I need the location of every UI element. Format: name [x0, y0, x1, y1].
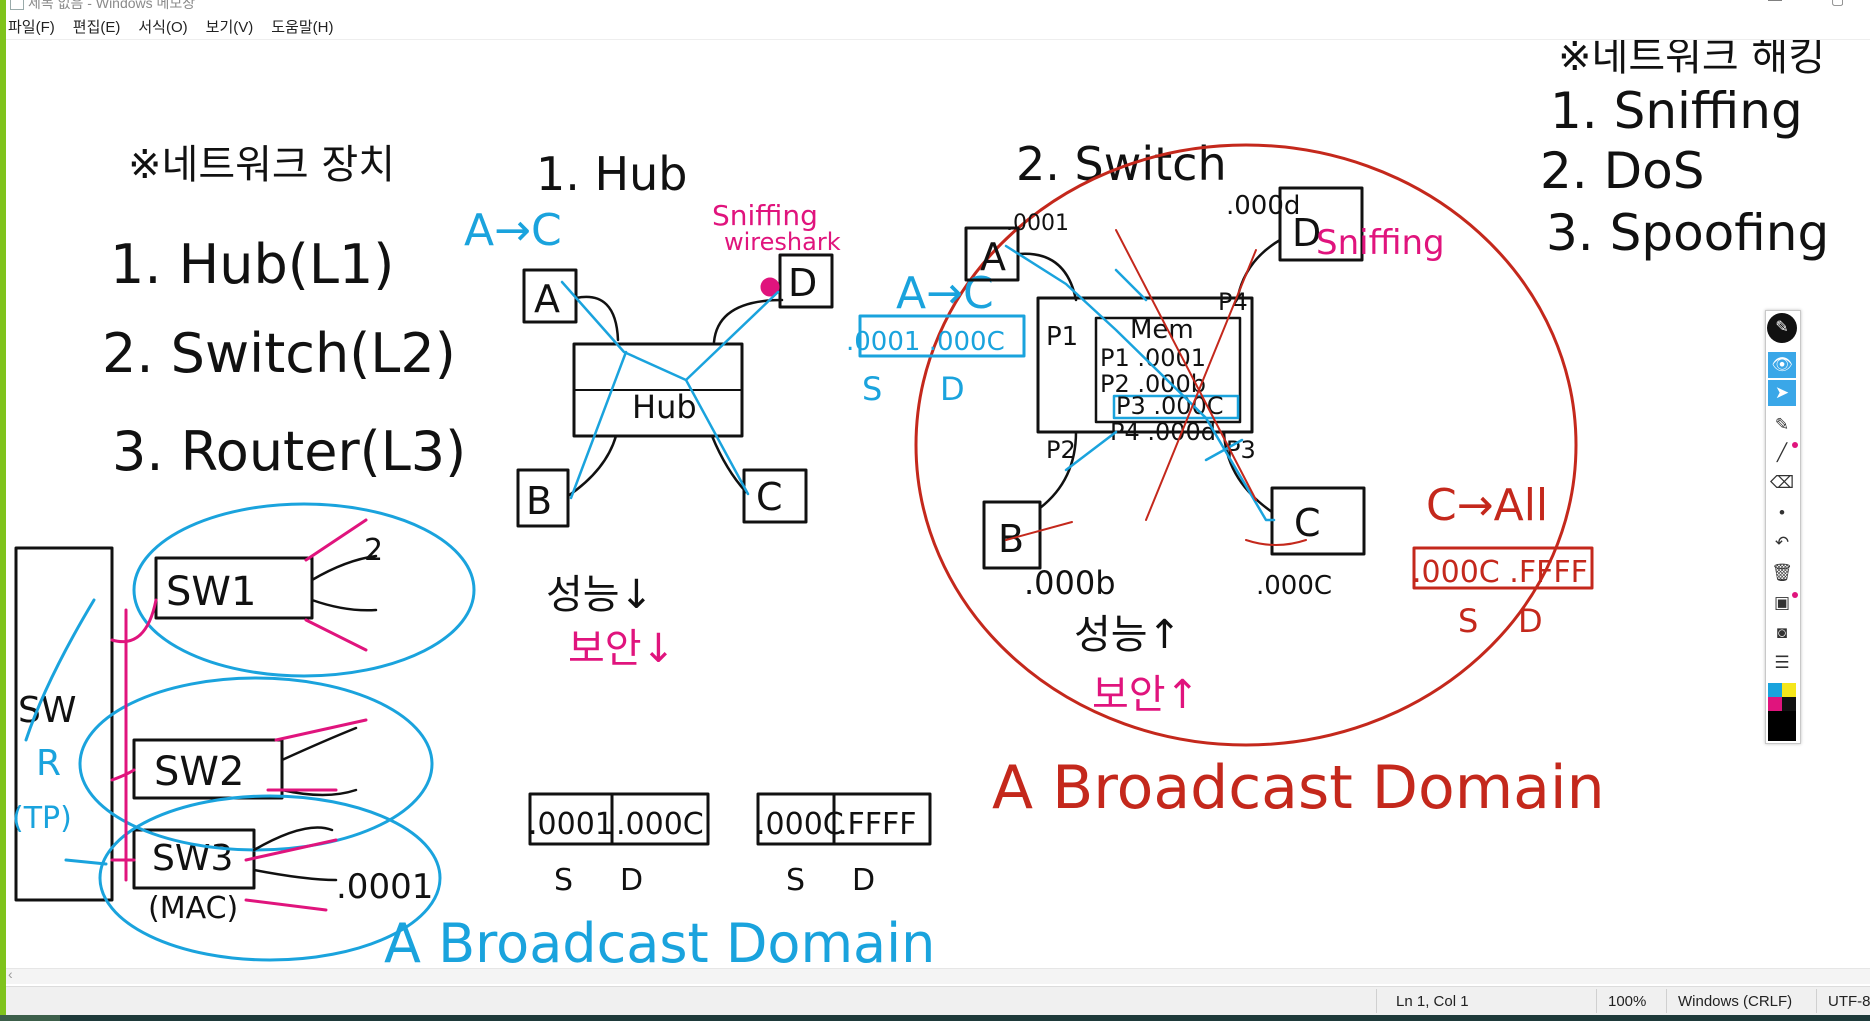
status-zoom: 100% [1608, 993, 1647, 1010]
host-mac: .0001 [336, 867, 433, 907]
broadcast-frame-s: S [1458, 602, 1478, 640]
status-encoding: UTF-8 [1828, 993, 1870, 1010]
undo-icon[interactable]: ↶ [1768, 530, 1796, 556]
hub-flow: A→C [464, 205, 562, 256]
title-bar: 제목 없음 - Windows 메모장 — ▢ [6, 0, 1870, 12]
swatch-black[interactable] [1768, 711, 1796, 741]
switch-frame: .0001 .000C [846, 327, 1005, 357]
host-pink-links [244, 518, 368, 912]
sw-node-c: C [1294, 501, 1321, 545]
sw1-label: SW1 [166, 569, 256, 615]
sw-mac-a: .0001 [1006, 211, 1069, 236]
swatch-black-small[interactable] [1782, 697, 1796, 711]
hub-performance: 성능↓ [546, 572, 653, 618]
sw3-mac: (MAC) [148, 891, 238, 926]
notepad-icon [10, 0, 24, 10]
menu-file[interactable]: 파일(F) [6, 16, 57, 38]
hacking-item-1: 1. Sniffing [1550, 82, 1803, 140]
pen-icon[interactable]: ✎ [1768, 412, 1796, 438]
eraser-icon[interactable]: ⌫ [1768, 470, 1796, 496]
item-switch: 2. Switch(L2) [102, 322, 456, 385]
router-r: R [36, 743, 61, 784]
frame1-dst: .000C [616, 807, 704, 842]
port-p4: P4 [1218, 288, 1248, 316]
hub-node-a: A [534, 277, 560, 321]
status-position: Ln 1, Col 1 [1396, 993, 1469, 1010]
menu-view[interactable]: 보기(V) [204, 16, 256, 38]
mac-row-4: P4 .000d [1110, 418, 1216, 446]
sw-mac-b: .000b [1024, 564, 1116, 602]
menu-bar: 파일(F) 편집(E) 서식(O) 보기(V) 도움말(H) [6, 16, 335, 38]
hub-node-d: D [788, 261, 817, 305]
hub-heading: 1. Hub [536, 147, 687, 201]
frame1-s: S [554, 863, 573, 898]
screen-color-dot [1792, 592, 1798, 598]
status-bar: Ln 1, Col 1 100% Windows (CRLF) UTF-8 [6, 986, 1870, 1015]
swatch-yellow[interactable] [1782, 683, 1796, 697]
status-line-ending: Windows (CRLF) [1678, 993, 1793, 1010]
hub-node-c: C [756, 475, 783, 519]
trash-icon[interactable]: 🗑 [1768, 560, 1796, 586]
hub-node-b: B [526, 479, 552, 523]
switch-heading: 2. Switch [1016, 137, 1227, 191]
menu-help[interactable]: 도움말(H) [269, 16, 335, 38]
broadcast-domain-label: A Broadcast Domain [992, 753, 1605, 823]
eye-icon[interactable]: 👁 [1768, 352, 1796, 378]
router-tp: (TP) [12, 801, 72, 836]
ink-layer: ※네트워크 장치 1. Hub(L1) 2. Switch(L2) 3. Rou… [12, 34, 1829, 1015]
scroll-left-icon[interactable]: ‹ [8, 966, 13, 982]
camera-icon[interactable]: ◙ [1768, 620, 1796, 646]
sw-mac-d: .000d [1226, 191, 1300, 221]
cursor-icon[interactable]: ➤ [1768, 380, 1796, 406]
port-p1: P1 [1046, 322, 1078, 352]
broadcast-frame-d: D [1518, 602, 1543, 640]
marker-icon[interactable]: ╱ [1768, 440, 1796, 466]
hub-label: Hub [632, 388, 697, 426]
devices-title: ※네트워크 장치 [128, 142, 395, 188]
switch-frame-s: S [862, 370, 882, 408]
hub-security: 보안↓ [568, 626, 675, 672]
hacking-item-3: 3. Spoofing [1546, 204, 1829, 262]
swatch-pink[interactable] [1768, 697, 1782, 711]
host-cables [252, 554, 378, 882]
maximize-icon[interactable]: ▢ [1831, 0, 1844, 8]
hacking-item-2: 2. DoS [1540, 142, 1704, 200]
sw-mac-c: .000C [1256, 571, 1332, 601]
frame2-src: .000C [756, 807, 844, 842]
sw2-label: SW2 [154, 749, 244, 795]
host-2: 2 [364, 533, 383, 568]
switch-security: 보안↑ [1092, 672, 1199, 718]
switch-frame-d: D [940, 370, 965, 408]
hacking-title: ※네트워크 해킹 [1558, 40, 1825, 80]
frame2-d: D [852, 863, 875, 898]
color-swatches[interactable] [1768, 683, 1796, 741]
swatch-blue[interactable] [1768, 683, 1782, 697]
broadcast-flow: C→All [1426, 480, 1548, 531]
item-router: 3. Router(L3) [112, 420, 466, 483]
frame2-dst: .FFFF [838, 807, 917, 842]
hub-wireshark: wireshark [724, 228, 841, 256]
sw-node-a: A [980, 235, 1006, 279]
menu-edit[interactable]: 편집(E) [71, 16, 123, 38]
frame1-src: .0001 [528, 807, 614, 842]
minimize-icon[interactable]: — [1768, 0, 1782, 7]
router-sw-label: SW [18, 690, 76, 731]
switch-performance: 성능↑ [1074, 612, 1181, 658]
point-icon[interactable]: • [1768, 500, 1796, 526]
item-hub: 1. Hub(L1) [110, 233, 394, 296]
drawing-canvas[interactable]: ※네트워크 장치 1. Hub(L1) 2. Switch(L2) 3. Rou… [6, 34, 1870, 1015]
pen-logo-icon[interactable]: ✎ [1767, 313, 1797, 343]
menu-format[interactable]: 서식(O) [136, 16, 189, 38]
frame1-d: D [620, 863, 643, 898]
horizontal-scrollbar[interactable]: ‹ [6, 966, 1870, 984]
frame2-s: S [786, 863, 805, 898]
taskbar-strip [0, 1015, 1870, 1021]
broadcast-frame: .000C .FFFF [1412, 555, 1588, 590]
window-title: 제목 없음 - Windows 메모장 [28, 0, 196, 11]
clipboard-icon[interactable]: ☰ [1768, 650, 1796, 676]
switch-sniffing: Sniffing [1316, 223, 1445, 263]
